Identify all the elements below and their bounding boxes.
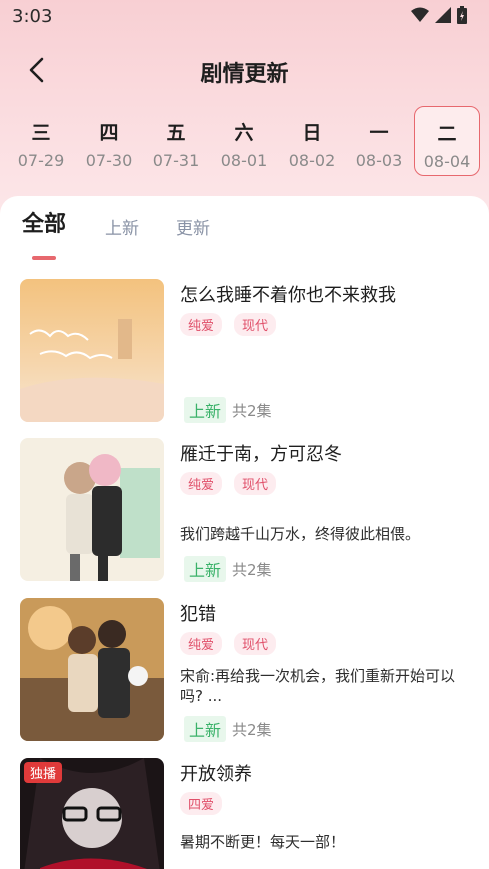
- status-badge: 上新: [184, 397, 227, 423]
- item-meta: 上新 共2集: [184, 397, 272, 423]
- drama-description: 宋俞:再给我一次机会，我们重新开始可以吗? ...: [180, 667, 456, 705]
- page-title: 剧情更新: [200, 62, 289, 87]
- day-tab[interactable]: 一 08-03: [346, 106, 412, 176]
- list-item[interactable]: 怎么我睡不着你也不来救我 纯爱 现代 上新 共2集: [20, 279, 470, 424]
- tag: 纯爱: [180, 313, 223, 336]
- day-tab[interactable]: 四 07-30: [76, 106, 142, 176]
- tag: 四爱: [180, 792, 223, 815]
- status-icons: [411, 6, 467, 24]
- cover-image: 独播: [20, 758, 164, 869]
- status-badge: 上新: [184, 716, 227, 742]
- day-date: 08-01: [220, 151, 268, 170]
- day-date: 08-02: [288, 151, 336, 170]
- drama-title: 雁迁于南，方可忍冬: [180, 444, 342, 465]
- tab-updated[interactable]: 更新: [176, 214, 210, 239]
- drama-title: 开放领养: [180, 764, 252, 785]
- content-panel: 全部 上新 更新 怎么我睡不着你也不来救我 纯爱 现代 上新 共2集 雁迁于南，…: [0, 196, 489, 869]
- tab-active-indicator: [32, 256, 56, 260]
- day-weekday: 三: [31, 122, 51, 144]
- day-tab[interactable]: 日 08-02: [279, 106, 345, 176]
- cover-image: [20, 438, 164, 581]
- status-time: 3:03: [12, 6, 53, 27]
- tag-list: 四爱: [180, 792, 223, 815]
- day-weekday: 五: [166, 122, 186, 144]
- list-item[interactable]: 独播 开放领养 四爱 暑期不断更！每天一部！: [20, 758, 470, 869]
- cover-image: [20, 279, 164, 422]
- day-tab[interactable]: 三 07-29: [8, 106, 74, 176]
- drama-title: 怎么我睡不着你也不来救我: [180, 285, 396, 306]
- status-badge: 上新: [184, 556, 227, 582]
- wifi-icon: [411, 7, 429, 22]
- tag: 纯爱: [180, 472, 223, 495]
- day-tab[interactable]: 六 08-01: [211, 106, 277, 176]
- tab-all[interactable]: 全部: [22, 206, 66, 238]
- tag: 现代: [234, 472, 277, 495]
- item-meta: 上新 共2集: [184, 716, 272, 742]
- status-bar: 3:03: [0, 0, 489, 34]
- day-selector: 三 07-29 四 07-30 五 07-31 六 08-01 日 08-02 …: [8, 106, 482, 178]
- signal-icon: [435, 7, 451, 23]
- day-weekday: 日: [302, 122, 322, 144]
- episode-count: 共2集: [232, 401, 272, 420]
- tag: 现代: [234, 632, 277, 655]
- drama-description: 我们跨越千山万水，终得彼此相偎。: [180, 525, 421, 543]
- day-tab-selected[interactable]: 二 08-04: [414, 106, 480, 176]
- cover-image: [20, 598, 164, 741]
- day-date: 08-03: [355, 151, 403, 170]
- day-weekday: 六: [234, 122, 254, 144]
- tag: 纯爱: [180, 632, 223, 655]
- day-weekday: 二: [437, 123, 457, 145]
- day-tab[interactable]: 五 07-31: [143, 106, 209, 176]
- page-header: 剧情更新: [0, 48, 489, 92]
- day-date: 07-31: [152, 151, 200, 170]
- drama-description: 暑期不断更！每天一部！: [180, 833, 346, 851]
- battery-icon: [457, 6, 467, 24]
- day-weekday: 四: [99, 122, 119, 144]
- exclusive-badge: 独播: [24, 762, 63, 783]
- tag-list: 纯爱 现代: [180, 313, 277, 336]
- tag: 现代: [234, 313, 277, 336]
- tag-list: 纯爱 现代: [180, 632, 277, 655]
- day-date: 07-29: [17, 151, 65, 170]
- list-item[interactable]: 雁迁于南，方可忍冬 纯爱 现代 我们跨越千山万水，终得彼此相偎。 上新 共2集: [20, 438, 470, 583]
- list-item[interactable]: 犯错 纯爱 现代 宋俞:再给我一次机会，我们重新开始可以吗? ... 上新 共2…: [20, 598, 470, 743]
- episode-count: 共2集: [232, 560, 272, 579]
- day-weekday: 一: [369, 122, 389, 144]
- day-date: 07-30: [85, 151, 133, 170]
- drama-title: 犯错: [180, 604, 216, 625]
- tab-new[interactable]: 上新: [105, 214, 139, 239]
- day-date: 08-04: [423, 152, 471, 171]
- tag-list: 纯爱 现代: [180, 472, 277, 495]
- episode-count: 共2集: [232, 720, 272, 739]
- item-meta: 上新 共2集: [184, 556, 272, 582]
